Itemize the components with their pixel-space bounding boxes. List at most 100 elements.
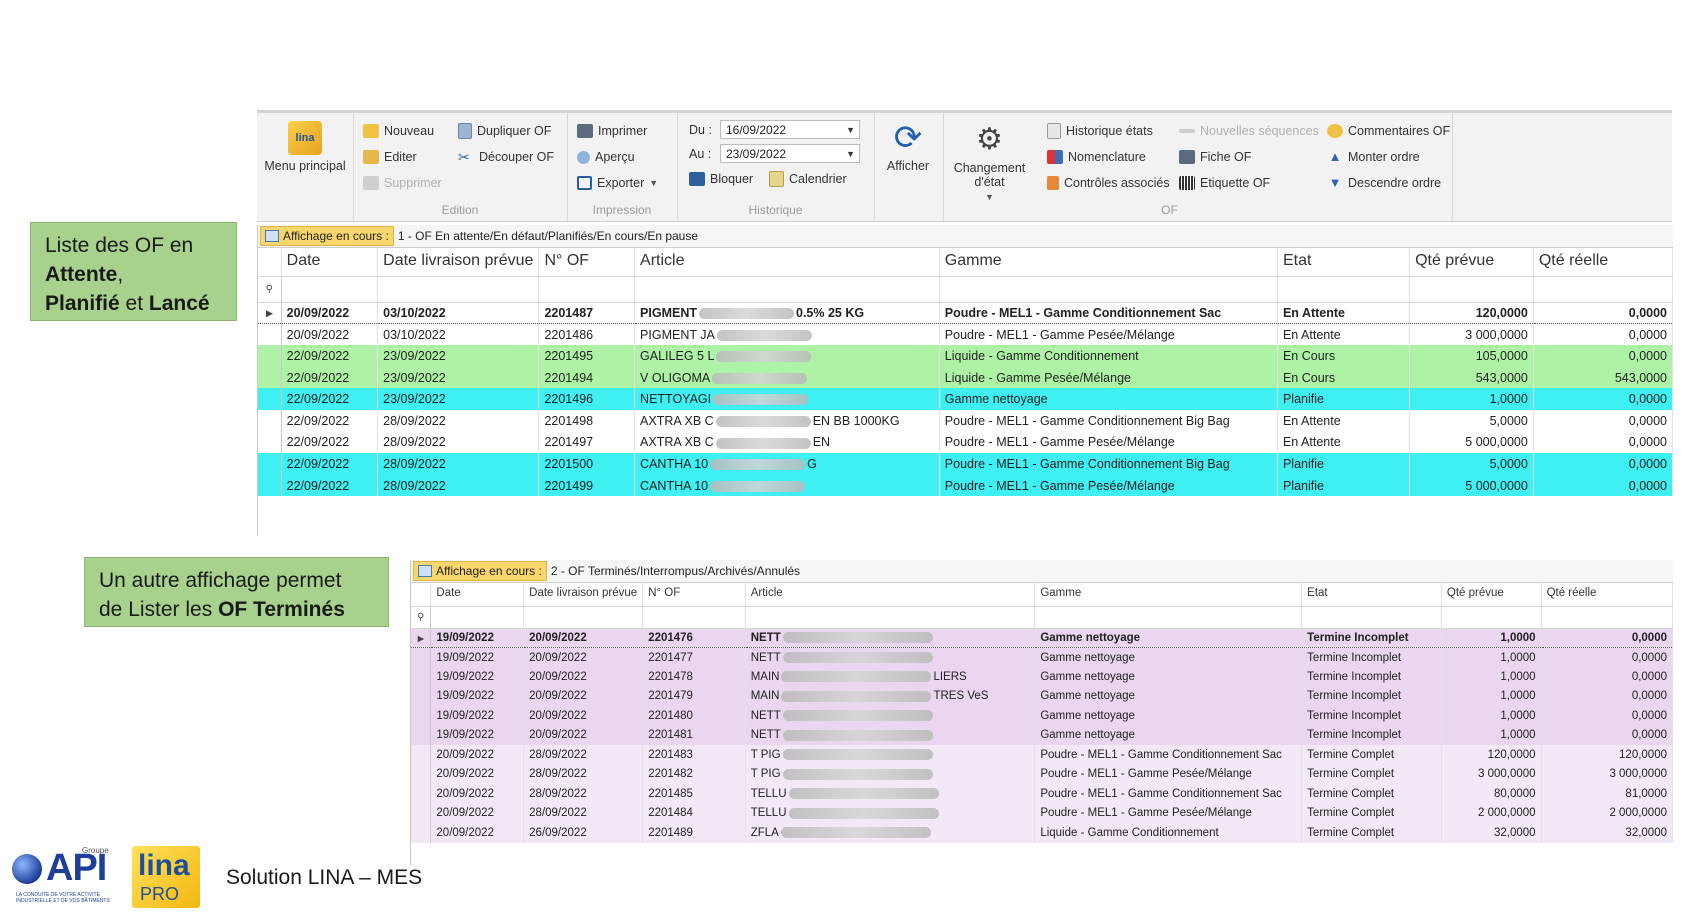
col-header-date-livraison[interactable]: Date livraison prévue xyxy=(377,248,540,277)
row-selector[interactable] xyxy=(258,388,282,410)
row-selector[interactable] xyxy=(411,667,432,687)
col-header-qte-reelle[interactable]: Qté réelle xyxy=(1541,583,1674,607)
chevron-down-icon[interactable]: ▼ xyxy=(846,121,855,140)
filter-cell[interactable] xyxy=(1277,276,1411,303)
table-row[interactable]: 22/09/2022 23/09/2022 2201496 NETTOYAGI Gamm… xyxy=(258,388,1674,410)
row-selector[interactable] xyxy=(411,686,432,706)
filter-cell[interactable] xyxy=(1034,606,1303,629)
table-row[interactable]: 19/09/2022 20/09/2022 2201481 NETT Gamme net… xyxy=(411,725,1674,745)
historique-etats-button[interactable]: Historique états xyxy=(1047,121,1153,141)
col-header-qte-reelle[interactable]: Qté réelle xyxy=(1533,248,1674,277)
table-row[interactable]: 22/09/2022 23/09/2022 2201494 V OLIGOMA Liqu… xyxy=(258,366,1674,389)
row-selector[interactable] xyxy=(411,823,432,843)
col-header-article[interactable]: Article xyxy=(634,248,940,277)
table-row[interactable]: 22/09/2022 28/09/2022 2201498 AXTRA XB C EN … xyxy=(258,409,1674,432)
view-selector[interactable]: Affichage en cours : xyxy=(260,226,394,246)
col-header-gamme[interactable]: Gamme xyxy=(1034,583,1303,607)
row-selector[interactable] xyxy=(258,431,282,454)
col-header-qte-prevue[interactable]: Qté prévue xyxy=(1441,583,1542,607)
row-selector[interactable] xyxy=(411,745,432,765)
filter-cell[interactable] xyxy=(745,606,1036,629)
table-row[interactable]: 19/09/2022 20/09/2022 2201479 MAIN TRES VeS G… xyxy=(411,686,1674,706)
row-selector[interactable] xyxy=(411,764,432,784)
view-selector[interactable]: Affichage en cours : xyxy=(413,561,547,581)
filter-cell[interactable] xyxy=(1409,276,1534,303)
table-row[interactable]: 22/09/2022 28/09/2022 2201500 CANTHA 10 G Pou… xyxy=(258,453,1674,475)
row-selector[interactable] xyxy=(411,706,432,726)
commentaires-of-button[interactable]: Commentaires OF xyxy=(1327,121,1450,141)
row-selector[interactable] xyxy=(411,803,432,823)
col-header-article[interactable]: Article xyxy=(745,583,1036,607)
fiche-of-button[interactable]: Fiche OF xyxy=(1179,147,1251,167)
nomenclature-button[interactable]: Nomenclature xyxy=(1047,147,1146,167)
dupliquer-of-button[interactable]: Dupliquer OF xyxy=(458,121,551,141)
table-row[interactable]: 22/09/2022 28/09/2022 2201499 CANTHA 10 Poud… xyxy=(258,474,1674,497)
row-selector[interactable] xyxy=(258,323,282,346)
row-selector[interactable] xyxy=(258,474,282,497)
table-row[interactable]: 20/09/2022 03/10/2022 2201486 PIGMENT JA Pou… xyxy=(258,323,1674,346)
filter-cell[interactable] xyxy=(1441,606,1542,629)
table-row[interactable]: 20/09/2022 28/09/2022 2201482 T PIG Poudre -… xyxy=(411,764,1674,784)
supprimer-button[interactable]: Supprimer xyxy=(363,173,442,193)
date-from-field[interactable]: 16/09/2022 ▼ xyxy=(720,120,860,139)
filter-cell[interactable] xyxy=(1541,606,1674,629)
col-header-gamme[interactable]: Gamme xyxy=(939,248,1278,277)
filter-pin-icon[interactable]: ⚲ xyxy=(258,276,282,303)
chevron-down-icon[interactable]: ▼ xyxy=(846,145,855,164)
filter-cell[interactable] xyxy=(1533,276,1674,303)
exporter-button[interactable]: Exporter ▼ xyxy=(577,173,658,193)
filter-cell[interactable] xyxy=(281,276,379,303)
filter-cell[interactable] xyxy=(939,276,1278,303)
col-header-date[interactable]: Date xyxy=(430,583,525,607)
row-selector[interactable] xyxy=(411,784,432,804)
col-header-date[interactable]: Date xyxy=(281,248,379,277)
filter-pin-icon[interactable]: ⚲ xyxy=(411,606,432,629)
date-to-field[interactable]: 23/09/2022 ▼ xyxy=(720,144,860,163)
row-selector[interactable] xyxy=(258,345,282,367)
bloquer-button[interactable]: Bloquer xyxy=(689,169,753,189)
row-selector[interactable] xyxy=(258,366,282,389)
col-header-qte-prevue[interactable]: Qté prévue xyxy=(1409,248,1534,277)
editer-button[interactable]: Editer xyxy=(363,147,417,167)
afficher-button[interactable]: ⟳ Afficher xyxy=(874,121,942,173)
table-row[interactable]: 20/09/2022 28/09/2022 2201484 TELLU Poudre -… xyxy=(411,803,1674,823)
table-row[interactable]: 22/09/2022 23/09/2022 2201495 GALILEG 5 L Li… xyxy=(258,345,1674,367)
nouveau-button[interactable]: Nouveau xyxy=(363,121,434,141)
apercu-button[interactable]: Aperçu xyxy=(577,147,635,167)
changement-etat-button[interactable]: ⚙ Changement d'état ▼ xyxy=(947,123,1032,204)
row-selector[interactable] xyxy=(411,725,432,745)
imprimer-button[interactable]: Imprimer xyxy=(577,121,647,141)
filter-cell[interactable] xyxy=(430,606,525,629)
table-row[interactable]: 19/09/2022 20/09/2022 2201478 MAIN LIERS Gamm… xyxy=(411,667,1674,687)
filter-cell[interactable] xyxy=(538,276,636,303)
col-header-numero-of[interactable]: N° OF xyxy=(642,583,746,607)
filter-cell[interactable] xyxy=(642,606,746,629)
etiquette-of-button[interactable]: Etiquette OF xyxy=(1179,173,1270,193)
nouvelles-sequences-button[interactable]: Nouvelles séquences xyxy=(1179,121,1319,141)
row-selector[interactable] xyxy=(411,647,432,667)
table-row[interactable]: 22/09/2022 28/09/2022 2201497 AXTRA XB C EN P… xyxy=(258,431,1674,454)
calendrier-button[interactable]: Calendrier xyxy=(769,169,847,189)
menu-principal-button[interactable]: lina Menu principal xyxy=(257,121,353,173)
row-selector[interactable] xyxy=(258,453,282,475)
descendre-ordre-button[interactable]: ▼ Descendre ordre xyxy=(1327,173,1442,193)
filter-cell[interactable] xyxy=(377,276,540,303)
decouper-of-button[interactable]: ✂ Découper OF xyxy=(458,147,554,167)
table-row[interactable]: 19/09/2022 20/09/2022 2201480 NETT Gamme net… xyxy=(411,706,1674,726)
col-header-etat[interactable]: Etat xyxy=(1301,583,1442,607)
table-row[interactable]: ▸ 19/09/2022 20/09/2022 2201476 NETT Gamme ne… xyxy=(411,627,1674,648)
controles-associes-button[interactable]: Contrôles associés xyxy=(1047,173,1170,193)
table-row[interactable]: ▸ 20/09/2022 03/10/2022 2201487 PIGMENT 0.5% … xyxy=(258,301,1674,325)
current-row-arrow-icon[interactable]: ▸ xyxy=(258,301,282,325)
filter-cell[interactable] xyxy=(523,606,644,629)
table-row[interactable]: 20/09/2022 28/09/2022 2201483 T PIG Poudre -… xyxy=(411,745,1674,765)
table-row[interactable]: 19/09/2022 20/09/2022 2201477 NETT Gamme net… xyxy=(411,647,1674,667)
filter-cell[interactable] xyxy=(1301,606,1442,629)
table-row[interactable]: 20/09/2022 28/09/2022 2201485 TELLU Poudre -… xyxy=(411,784,1674,804)
col-header-numero-of[interactable]: N° OF xyxy=(538,248,636,277)
current-row-arrow-icon[interactable]: ▸ xyxy=(411,627,432,648)
monter-ordre-button[interactable]: ▲ Monter ordre xyxy=(1327,147,1420,167)
table-row[interactable]: 20/09/2022 26/09/2022 2201489 ZFLA Liquide -… xyxy=(411,823,1674,843)
row-selector[interactable] xyxy=(258,409,282,432)
col-header-etat[interactable]: Etat xyxy=(1277,248,1411,277)
